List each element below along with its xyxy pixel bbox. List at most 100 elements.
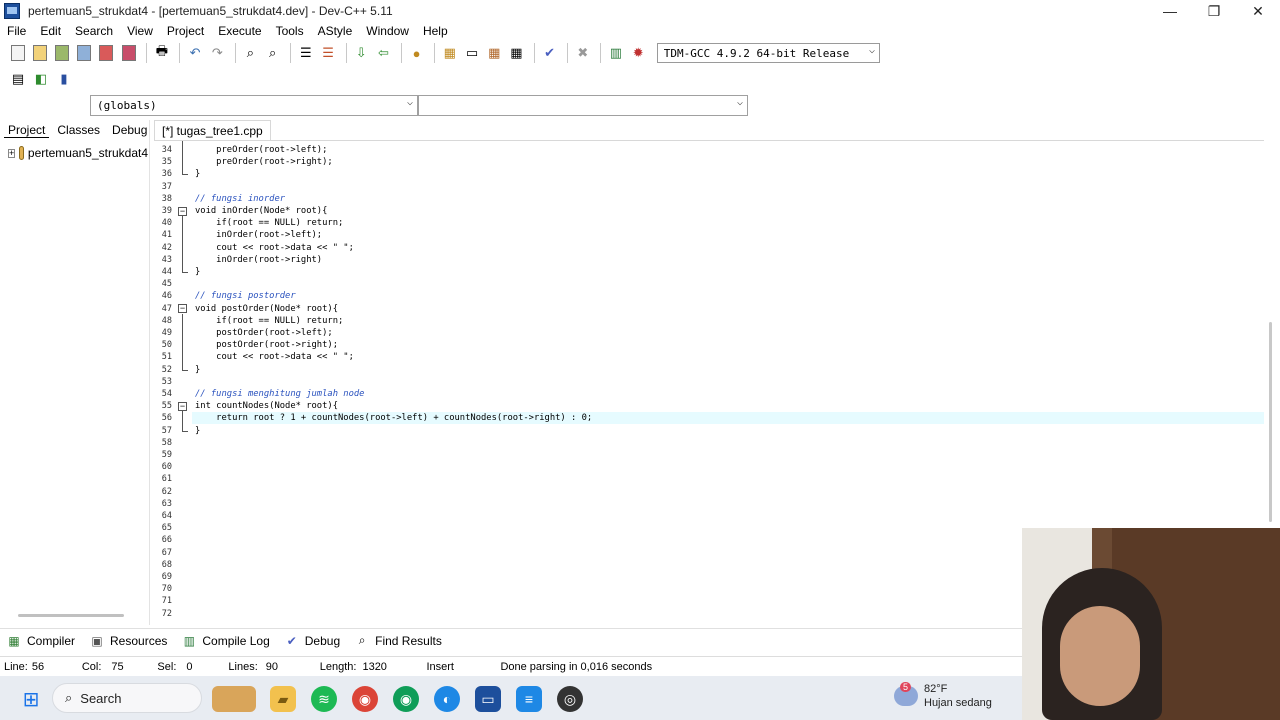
close-file-icon[interactable] bbox=[97, 43, 116, 63]
fold-end-marker bbox=[182, 174, 188, 176]
run-icon[interactable]: ▭ bbox=[462, 43, 481, 63]
close-button[interactable]: ✕ bbox=[1236, 0, 1280, 22]
debug-icon[interactable]: ✹ bbox=[629, 43, 648, 63]
goto-line-icon[interactable]: ⇩ bbox=[352, 43, 371, 63]
code-line[interactable]: cout << root->data << " "; bbox=[195, 242, 354, 254]
code-line[interactable]: inOrder(root->right) bbox=[195, 254, 322, 266]
code-line[interactable]: if(root == NULL) return; bbox=[195, 315, 343, 327]
tab-debug[interactable]: Debug bbox=[108, 123, 151, 137]
compile-icon[interactable]: ▦ bbox=[440, 43, 459, 63]
code-line[interactable]: } bbox=[195, 266, 200, 278]
weather-widget[interactable]: 5 82°F Hujan sedang bbox=[894, 682, 992, 710]
menu-project[interactable]: Project bbox=[160, 24, 211, 38]
code-line[interactable]: } bbox=[195, 364, 200, 376]
unindent-icon[interactable]: ☰ bbox=[318, 43, 337, 63]
code-line[interactable]: inOrder(root->left); bbox=[195, 229, 322, 241]
tab-compiler[interactable]: ▦ Compiler bbox=[6, 634, 75, 648]
taskbar-search[interactable]: ⌕ Search bbox=[52, 683, 202, 713]
tab-project[interactable]: Project bbox=[4, 123, 50, 138]
replace-icon[interactable]: ⌕ bbox=[263, 43, 282, 63]
code-line[interactable]: void inOrder(Node* root){ bbox=[195, 205, 327, 217]
maximize-button[interactable]: ❐ bbox=[1192, 0, 1236, 22]
editor-tab-file[interactable]: [*] tugas_tree1.cpp bbox=[154, 120, 271, 140]
tab-resources[interactable]: ▣ Resources bbox=[89, 634, 167, 648]
chevron-down-icon: ⌵ bbox=[868, 45, 875, 56]
edge-icon[interactable]: ◐ bbox=[434, 686, 460, 712]
code-line[interactable]: preOrder(root->left); bbox=[195, 144, 327, 156]
line-number: 39 bbox=[161, 206, 172, 216]
class-browser-icon[interactable]: ▮ bbox=[54, 69, 74, 89]
save-icon[interactable] bbox=[52, 43, 71, 63]
find-icon[interactable]: ⌕ bbox=[241, 43, 260, 63]
toolbar-separator bbox=[434, 43, 436, 63]
windows-start-icon[interactable]: ⊞ bbox=[18, 686, 44, 712]
indent-icon[interactable]: ☰ bbox=[296, 43, 315, 63]
file-explorer-icon[interactable]: ▰ bbox=[270, 686, 296, 712]
code-line[interactable]: // fungsi menghitung jumlah node bbox=[195, 388, 364, 400]
goto-bookmark-icon[interactable]: ⇦ bbox=[374, 43, 393, 63]
food-widget-icon[interactable] bbox=[212, 686, 256, 712]
fold-collapse-icon[interactable]: − bbox=[178, 206, 187, 216]
line-number: 35 bbox=[161, 157, 172, 168]
code-line[interactable]: void postOrder(Node* root){ bbox=[195, 303, 338, 315]
chevron-down-icon: ⌵ bbox=[406, 97, 413, 108]
code-line[interactable]: // fungsi inorder bbox=[195, 193, 285, 205]
code-line[interactable]: // fungsi postorder bbox=[195, 290, 296, 302]
menu-astyle[interactable]: AStyle bbox=[311, 24, 360, 38]
save-all-icon[interactable] bbox=[75, 43, 94, 63]
menu-search[interactable]: Search bbox=[68, 24, 120, 38]
tab-find-results[interactable]: ⌕ Find Results bbox=[354, 633, 442, 648]
menu-edit[interactable]: Edit bbox=[33, 24, 68, 38]
spotify-icon[interactable]: ≋ bbox=[311, 686, 337, 712]
code-line[interactable]: return root ? 1 + countNodes(root->left)… bbox=[195, 412, 592, 424]
rebuild-icon[interactable]: ▦ bbox=[507, 43, 526, 63]
tab-compile-log[interactable]: ▥ Compile Log bbox=[181, 634, 270, 648]
print-icon[interactable]: 🖶 bbox=[152, 43, 171, 63]
chrome-icon[interactable]: ◉ bbox=[352, 686, 378, 712]
new-file-icon[interactable] bbox=[8, 43, 27, 63]
toggle-bookmark-icon[interactable]: ◧ bbox=[31, 69, 51, 89]
fold-collapse-icon[interactable]: − bbox=[178, 304, 187, 314]
menu-tools[interactable]: Tools bbox=[269, 24, 311, 38]
code-line[interactable]: } bbox=[195, 168, 200, 180]
open-file-icon[interactable] bbox=[30, 43, 49, 63]
minimize-button[interactable]: — bbox=[1148, 0, 1192, 22]
compiler-select[interactable]: TDM-GCC 4.9.2 64-bit Release ⌵ bbox=[656, 43, 880, 63]
expand-icon[interactable]: + bbox=[8, 148, 16, 158]
syntax-check-icon[interactable]: ✔ bbox=[540, 43, 559, 63]
stop-execution-icon[interactable]: ✖ bbox=[573, 43, 592, 63]
horizontal-scrollbar[interactable] bbox=[18, 614, 124, 617]
menu-window[interactable]: Window bbox=[359, 24, 416, 38]
function-select[interactable]: ⌵ bbox=[418, 95, 748, 116]
fold-collapse-icon[interactable]: − bbox=[178, 401, 187, 411]
code-line[interactable]: postOrder(root->right); bbox=[195, 339, 338, 351]
obs-icon[interactable]: ◎ bbox=[557, 686, 583, 712]
code-line[interactable]: postOrder(root->left); bbox=[195, 327, 333, 339]
code-line[interactable]: cout << root->data << " "; bbox=[195, 351, 354, 363]
menu-execute[interactable]: Execute bbox=[211, 24, 268, 38]
code-line[interactable]: preOrder(root->right); bbox=[195, 156, 333, 168]
menu-help[interactable]: Help bbox=[416, 24, 455, 38]
code-line[interactable]: if(root == NULL) return; bbox=[195, 217, 343, 229]
chrome-profile-icon[interactable]: ◉ bbox=[393, 686, 419, 712]
project-tree-root[interactable]: + pertemuan5_strukdat4 bbox=[8, 146, 148, 160]
insert-code-icon[interactable]: ▤ bbox=[8, 69, 28, 89]
devcpp-taskbar-icon[interactable]: ▭ bbox=[475, 686, 501, 712]
line-number: 72 bbox=[161, 608, 172, 619]
scope-select[interactable]: (globals) ⌵ bbox=[90, 95, 418, 116]
profile-chart-icon[interactable]: ▥ bbox=[606, 43, 625, 63]
code-line[interactable]: } bbox=[195, 425, 200, 437]
tab-classes[interactable]: Classes bbox=[53, 123, 104, 137]
menu-view[interactable]: View bbox=[120, 24, 160, 38]
undo-icon[interactable]: ↶ bbox=[185, 43, 204, 63]
project-options-icon[interactable]: ● bbox=[407, 43, 426, 63]
tab-debug-output[interactable]: ✔ Debug bbox=[284, 634, 340, 648]
scrollbar-thumb[interactable] bbox=[1269, 322, 1272, 522]
code-line[interactable]: int countNodes(Node* root){ bbox=[195, 400, 338, 412]
compile-run-icon[interactable]: ▦ bbox=[485, 43, 504, 63]
chevron-down-icon: ⌵ bbox=[736, 97, 743, 108]
menu-file[interactable]: File bbox=[0, 24, 33, 38]
redo-icon[interactable]: ↷ bbox=[208, 43, 227, 63]
close-all-icon[interactable] bbox=[119, 43, 138, 63]
notepad-icon[interactable]: ≡ bbox=[516, 686, 542, 712]
